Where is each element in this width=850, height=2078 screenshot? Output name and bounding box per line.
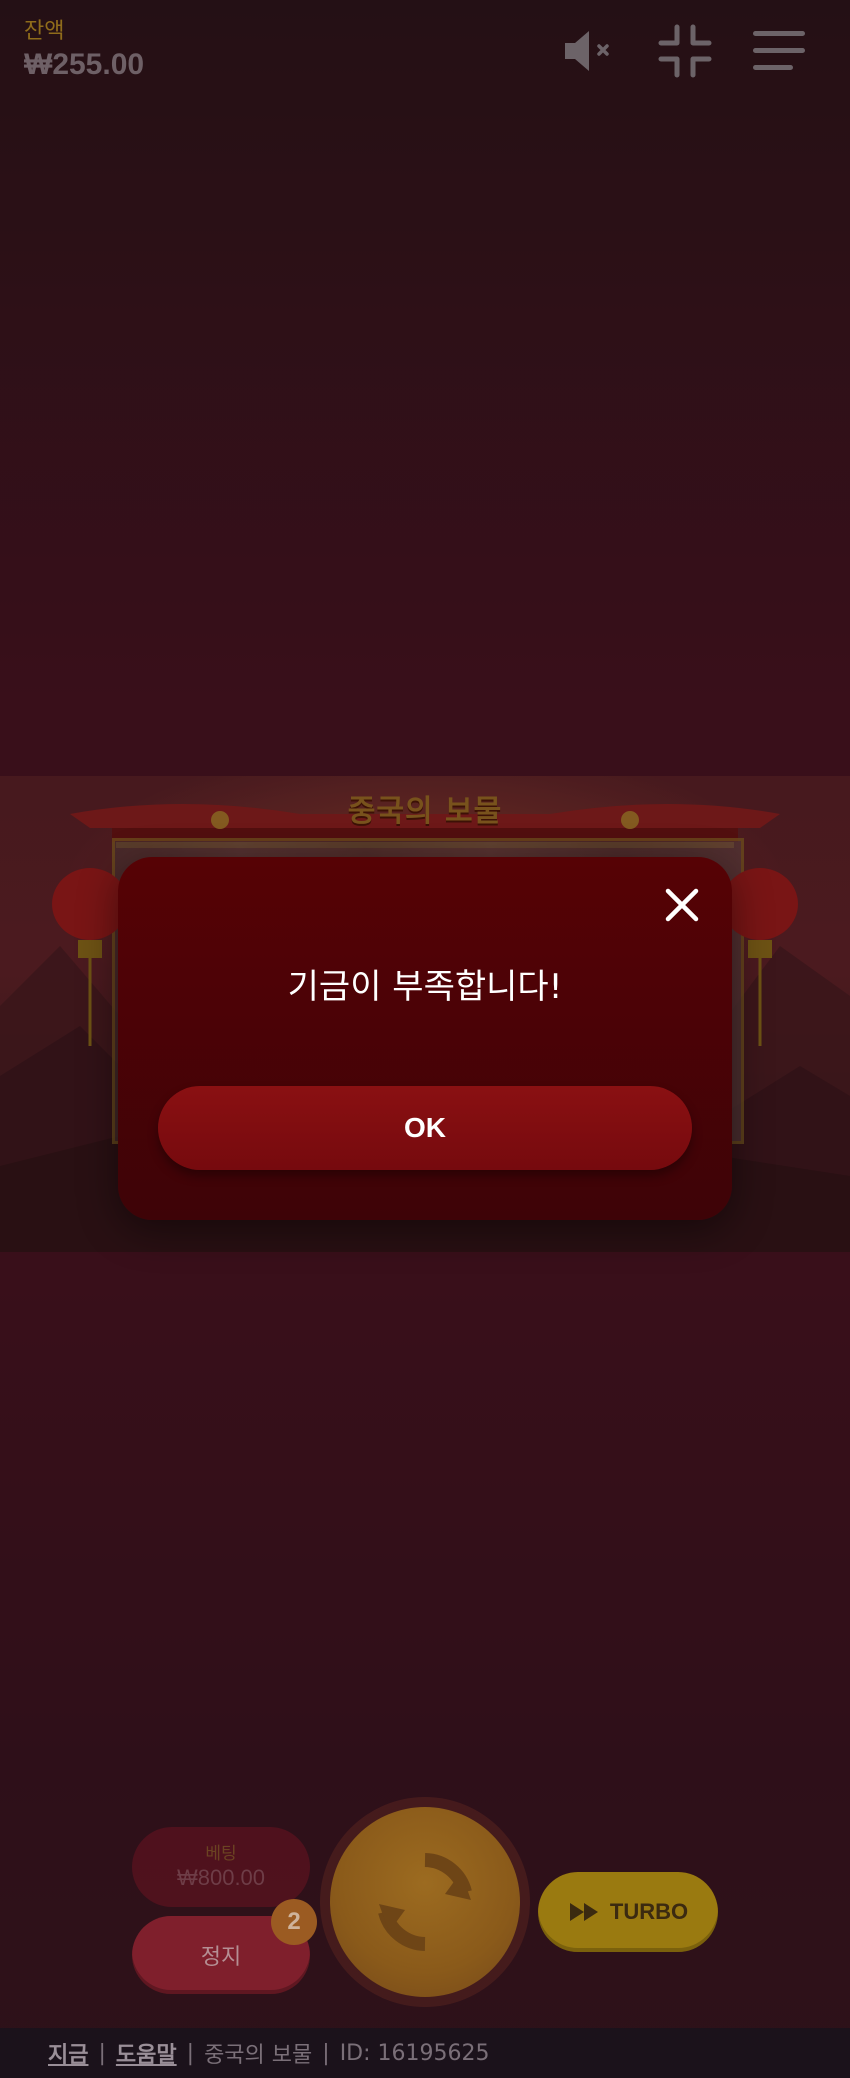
footer-bar: 지금 | 도움말 | 중국의 보물 | ID: 16195625	[0, 2028, 850, 2078]
close-icon	[665, 888, 699, 922]
bet-value: ₩800.00	[176, 1865, 266, 1890]
turbo-label: TURBO	[609, 1899, 689, 1924]
footer-id: ID: 16195625	[339, 2040, 490, 2066]
spin-button[interactable]	[330, 1807, 520, 1997]
menu-button[interactable]	[748, 24, 810, 78]
fast-forward-icon	[569, 1903, 598, 1921]
auto-spins-count-badge: 2	[271, 1899, 317, 1945]
game-title: 중국의 보물	[347, 794, 503, 829]
footer-game-name: 중국의 보물	[204, 2043, 313, 2068]
game-page: 잔액 ₩255.00 중국의 보물 베팅 ₩800.00 정지 2 TURBO …	[0, 0, 850, 2078]
balance-label: 잔액	[24, 18, 65, 43]
footer-separator: |	[98, 2040, 106, 2066]
bet-selector[interactable]: 베팅 ₩800.00	[132, 1827, 310, 1907]
fullscreen-button[interactable]	[654, 24, 716, 78]
insufficient-funds-dialog: 기금이 부족합니다! OK	[118, 857, 732, 1220]
footer-link-now[interactable]: 지금	[48, 2037, 88, 2069]
footer-separator: |	[186, 2040, 195, 2066]
speaker-muted-icon	[565, 31, 609, 71]
top-bar: 잔액 ₩255.00	[0, 0, 850, 92]
bet-label: 베팅	[205, 1844, 237, 1864]
sound-button[interactable]	[558, 24, 620, 78]
dialog-close-button[interactable]	[660, 883, 704, 927]
footer-separator: |	[322, 2040, 330, 2066]
ok-button[interactable]: OK	[158, 1086, 692, 1170]
exit-fullscreen-icon	[658, 24, 712, 78]
balance-display: 잔액 ₩255.00	[24, 18, 244, 88]
lantern-right	[720, 856, 800, 1056]
turbo-button[interactable]: TURBO	[538, 1872, 718, 1952]
hamburger-menu-icon	[753, 31, 805, 70]
dialog-message: 기금이 부족합니다!	[287, 967, 563, 1007]
balance-value: ₩255.00	[24, 48, 145, 81]
spin-arrows-icon	[378, 1853, 472, 1951]
footer-link-help[interactable]: 도움말	[116, 2037, 177, 2069]
